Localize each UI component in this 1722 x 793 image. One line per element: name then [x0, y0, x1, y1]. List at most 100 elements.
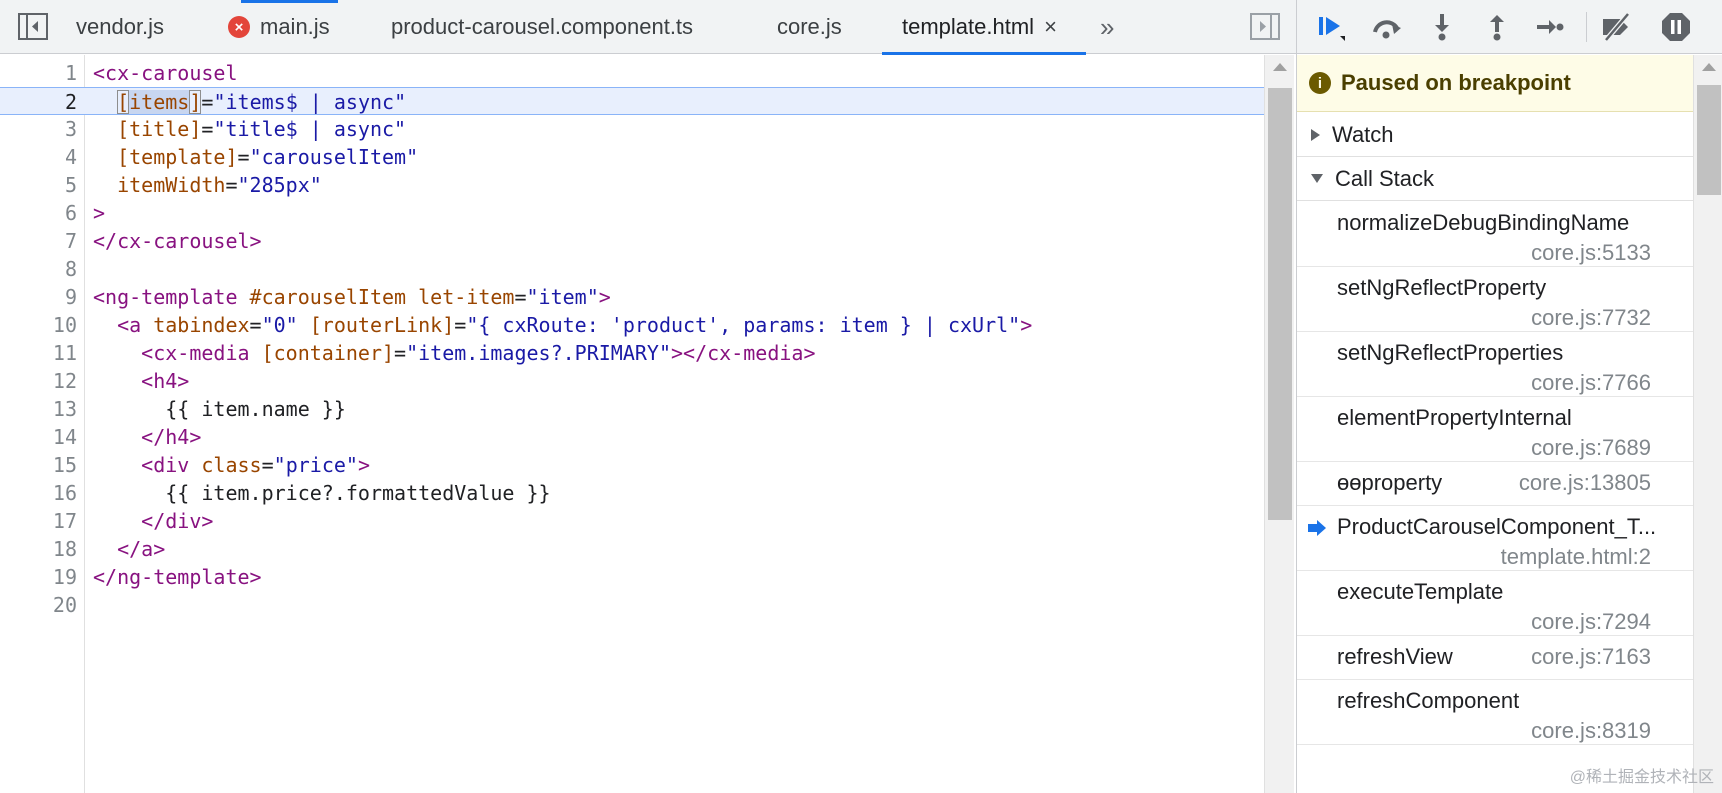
toggle-navigator-icon[interactable] [18, 13, 48, 40]
call-stack-section-header[interactable]: Call Stack [1297, 157, 1693, 201]
code-line[interactable]: 18 </a> [0, 535, 1264, 563]
code-line[interactable]: 6 > [0, 199, 1264, 227]
line-number[interactable]: 11 [0, 339, 77, 367]
code-token: </h4> [141, 425, 202, 449]
line-number[interactable]: 13 [0, 395, 77, 423]
code-line[interactable]: 11 <cx-media [container]="item.images?.P… [0, 339, 1264, 367]
paused-status-banner: i Paused on breakpoint [1297, 55, 1693, 112]
line-number[interactable]: 15 [0, 451, 77, 479]
call-stack-frame[interactable]: refreshView core.js:7163 [1297, 636, 1693, 680]
sidebar-scrollbar[interactable] [1693, 55, 1722, 793]
code-line[interactable]: 16 {{ item.price?.formattedValue }} [0, 479, 1264, 507]
frame-location[interactable]: core.js:7732 [1531, 305, 1651, 331]
call-stack-frame[interactable]: normalizeDebugBindingName core.js:5133 [1297, 202, 1693, 267]
tab-core-js[interactable]: core.js [777, 0, 842, 54]
deactivate-breakpoints-button[interactable] [1600, 10, 1634, 44]
code-line[interactable]: 2 [items]="items$ | async" [0, 87, 1264, 115]
frame-location[interactable]: template.html:2 [1501, 544, 1651, 570]
line-number[interactable]: 2 [0, 88, 77, 116]
line-number[interactable]: 18 [0, 535, 77, 563]
line-number[interactable]: 1 [0, 59, 77, 87]
code-line[interactable]: 8 [0, 255, 1264, 283]
scroll-thumb[interactable] [1697, 85, 1721, 195]
call-stack-frame[interactable]: ProductCarouselComponent_T... template.ht… [1297, 506, 1693, 571]
frame-location[interactable]: core.js:7689 [1531, 435, 1651, 461]
code-line[interactable]: 5 itemWidth="285px" [0, 171, 1264, 199]
line-number[interactable]: 6 [0, 199, 77, 227]
line-number[interactable]: 17 [0, 507, 77, 535]
line-number[interactable]: 8 [0, 255, 77, 283]
code-line[interactable]: 19 </ng-template> [0, 563, 1264, 591]
frame-function-name: normalizeDebugBindingName [1337, 210, 1630, 235]
code-line[interactable]: 3 [title]="title$ | async" [0, 115, 1264, 143]
frame-location[interactable]: core.js:7163 [1531, 644, 1651, 670]
code-line[interactable]: 10 <a tabindex="0" [routerLink]="{ cxRou… [0, 311, 1264, 339]
line-number[interactable]: 16 [0, 479, 77, 507]
expand-triangle-icon [1311, 128, 1320, 141]
tab-template-html[interactable]: template.html × [882, 0, 1086, 55]
line-number[interactable]: 20 [0, 591, 77, 619]
line-number[interactable]: 10 [0, 311, 77, 339]
step-over-button[interactable] [1370, 10, 1404, 44]
code-line[interactable]: 12 <h4> [0, 367, 1264, 395]
call-stack-frame[interactable]: setNgReflectProperties core.js:7766 [1297, 332, 1693, 397]
code-token: > [357, 453, 370, 477]
line-number[interactable]: 9 [0, 283, 77, 311]
line-number[interactable]: 5 [0, 171, 77, 199]
code-line[interactable]: 4 [template]="carouselItem" [0, 143, 1264, 171]
frame-location[interactable]: core.js:7294 [1531, 609, 1651, 635]
step-out-button[interactable] [1480, 10, 1514, 44]
tab-label: product-carousel.component.ts [391, 14, 694, 39]
call-stack-frame[interactable]: setNgReflectProperty core.js:7732 [1297, 267, 1693, 332]
code-token: {{ item.name }} [93, 397, 346, 421]
frame-location[interactable]: core.js:13805 [1519, 470, 1651, 496]
code-line[interactable]: 13 {{ item.name }} [0, 395, 1264, 423]
code-text: itemWidth="285px" [93, 171, 322, 199]
code-token: [title] [117, 117, 202, 141]
tab-close-icon[interactable]: × [1044, 14, 1057, 40]
call-stack-frame[interactable]: ɵɵproperty core.js:13805 [1297, 462, 1693, 506]
code-text: <ng-template #carouselItem let-item="ite… [93, 283, 611, 311]
scroll-up-icon[interactable] [1273, 63, 1287, 71]
editor-scrollbar[interactable] [1264, 55, 1294, 793]
scroll-up-icon[interactable] [1702, 63, 1716, 71]
pause-on-exceptions-button[interactable] [1659, 10, 1693, 44]
toggle-debugger-icon[interactable] [1250, 13, 1280, 40]
code-line[interactable]: 17 </div> [0, 507, 1264, 535]
more-tabs-icon[interactable]: » [1100, 0, 1114, 54]
code-line[interactable]: 1 <cx-carousel [0, 59, 1264, 87]
resume-button[interactable] [1315, 10, 1349, 44]
line-number[interactable]: 3 [0, 115, 77, 143]
call-stack-frame[interactable]: executeTemplate core.js:7294 [1297, 571, 1693, 636]
code-token: itemWidth [117, 173, 226, 197]
error-icon: × [228, 16, 250, 38]
code-line[interactable]: 7 </cx-carousel> [0, 227, 1264, 255]
call-stack-frame[interactable]: refreshComponent core.js:8319 [1297, 680, 1693, 745]
code-token: > [93, 201, 106, 225]
code-token: [container] [261, 341, 395, 365]
code-line[interactable]: 9 <ng-template #carouselItem let-item="it… [0, 283, 1264, 311]
tab-product-carousel-component-ts[interactable]: product-carousel.component.ts [391, 0, 693, 54]
line-number[interactable]: 4 [0, 143, 77, 171]
code-line[interactable]: 20 [0, 591, 1264, 619]
code-line[interactable]: 15 <div class="price"> [0, 451, 1264, 479]
step-into-button[interactable] [1425, 10, 1459, 44]
step-button[interactable] [1533, 10, 1567, 44]
line-number[interactable]: 19 [0, 563, 77, 591]
call-stack-frame[interactable]: elementPropertyInternal core.js:7689 [1297, 397, 1693, 462]
code-token: "title$ | async" [213, 117, 407, 141]
frame-location[interactable]: core.js:8319 [1531, 718, 1651, 744]
tab-vendor-js[interactable]: vendor.js [76, 0, 164, 54]
frame-location[interactable]: core.js:5133 [1531, 240, 1651, 266]
tab-main-js[interactable]: × main.js [228, 0, 330, 54]
line-number[interactable]: 14 [0, 423, 77, 451]
code-editor[interactable]: 1 <cx-carousel 2 [items]="items$ | async" 3… [0, 55, 1264, 793]
code-line[interactable]: 14 </h4> [0, 423, 1264, 451]
line-number[interactable]: 12 [0, 367, 77, 395]
frame-location[interactable]: core.js:7766 [1531, 370, 1651, 396]
scroll-thumb[interactable] [1268, 88, 1292, 520]
line-number[interactable]: 7 [0, 227, 77, 255]
watch-section-header[interactable]: Watch [1297, 113, 1693, 157]
